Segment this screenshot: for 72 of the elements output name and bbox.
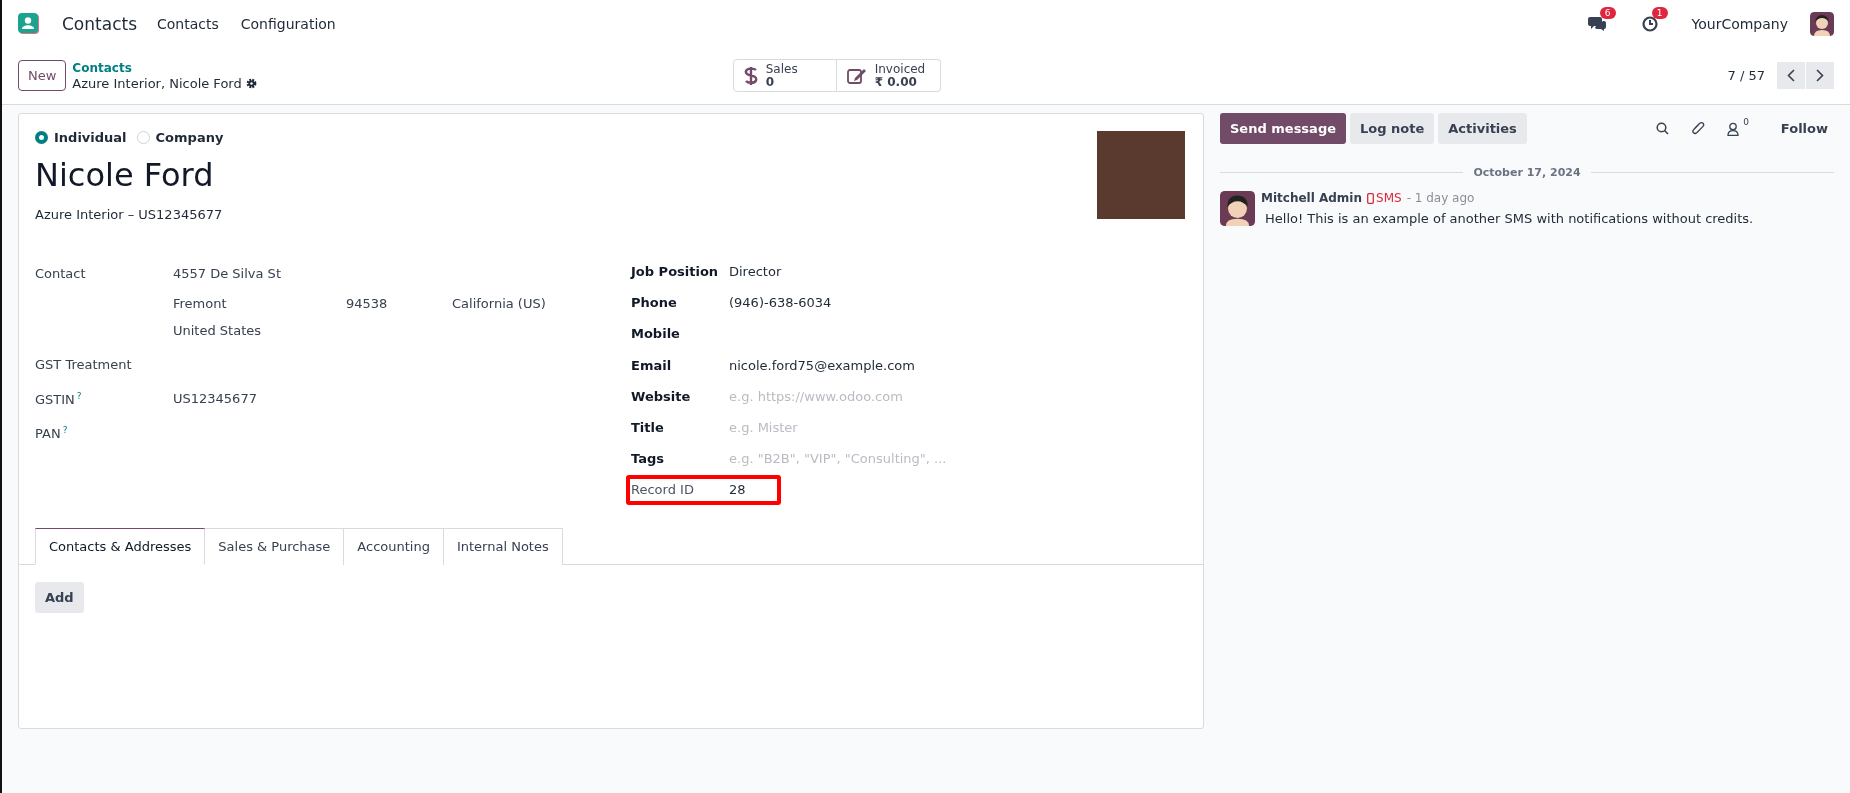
- tab[interactable]: Internal Notes: [443, 527, 563, 565]
- paperclip-icon[interactable]: [1691, 121, 1706, 136]
- notification-badge: 6: [1599, 6, 1616, 19]
- contact-name[interactable]: Nicole Ford: [35, 155, 1203, 195]
- smart-button[interactable]: Sales 0: [732, 59, 837, 92]
- chatter-button[interactable]: Activities: [1438, 113, 1527, 144]
- radio-label[interactable]: Individual: [54, 130, 127, 145]
- field-value[interactable]: nicole.ford75@example.com: [729, 357, 915, 373]
- street-field[interactable]: 4557 De Silva St: [173, 264, 631, 294]
- field-label: Job Position: [631, 263, 720, 279]
- field-label: GST Treatment: [35, 356, 133, 374]
- user-avatar[interactable]: [1810, 11, 1834, 36]
- chevron-right-icon: [1816, 69, 1824, 82]
- breadcrumb-link[interactable]: Contacts: [72, 59, 257, 76]
- field-label: Tags: [631, 450, 665, 467]
- field-label: PAN$^{?}$: [35, 424, 69, 444]
- search-icon[interactable]: [1656, 122, 1670, 135]
- new-button[interactable]: New: [18, 60, 67, 91]
- field-label: Mobile: [631, 325, 681, 342]
- previous-button[interactable]: [1777, 62, 1805, 89]
- field-label: GSTIN$^{?}$: [35, 390, 83, 410]
- zip-field[interactable]: 94538: [346, 294, 452, 321]
- user-avatar: [1220, 191, 1255, 226]
- pager-counter[interactable]: 7 / 57: [1727, 68, 1765, 83]
- next-button[interactable]: [1806, 62, 1834, 89]
- message-body: Hello! This is an example of another SMS with notifications without credits.: [1265, 211, 1754, 226]
- settings-icon[interactable]: [245, 78, 257, 89]
- add-button[interactable]: Add: [35, 581, 84, 613]
- field-label: Title: [631, 418, 665, 435]
- field-value[interactable]: Director: [729, 264, 782, 279]
- company-subtitle: Azure Interior – US12345677: [35, 207, 224, 222]
- chevron-left-icon: [1787, 69, 1795, 82]
- help-marker[interactable]: ?: [76, 391, 82, 401]
- record-title: Azure Interior, Nicole Ford: [72, 75, 242, 92]
- chat-icon[interactable]: [1587, 15, 1606, 32]
- field-label: Email: [631, 356, 673, 373]
- tab[interactable]: Contacts & Addresses: [35, 527, 206, 565]
- field-value[interactable]: (946)-638-6034: [729, 295, 832, 311]
- message-author[interactable]: Mitchell Admin: [1261, 191, 1363, 205]
- field-label: Phone: [631, 294, 678, 311]
- follow-button[interactable]: Follow: [1774, 120, 1834, 137]
- field-value: 28: [729, 482, 746, 498]
- state-field[interactable]: California (US): [452, 294, 631, 321]
- tab[interactable]: Accounting: [344, 527, 444, 565]
- country-field[interactable]: United States: [173, 321, 631, 355]
- chatter-button[interactable]: Send message: [1220, 113, 1346, 144]
- notification-badge: 1: [1651, 6, 1668, 19]
- message-time: - 1 day ago: [1406, 191, 1475, 205]
- edit-icon: [846, 66, 867, 85]
- menu-item[interactable]: Contacts: [157, 15, 219, 32]
- field-value[interactable]: US12345677: [173, 391, 257, 406]
- phone-icon: [1367, 192, 1375, 204]
- tab[interactable]: Sales & Purchase: [205, 527, 345, 565]
- field-label: Website: [631, 387, 692, 404]
- city-field[interactable]: Fremont: [173, 294, 346, 321]
- app-name[interactable]: Contacts: [62, 13, 137, 34]
- person-icon[interactable]: [1727, 121, 1740, 136]
- smart-button[interactable]: Invoiced ₹ 0.00: [836, 59, 941, 92]
- help-marker[interactable]: ?: [62, 425, 68, 435]
- field-label: Contact: [35, 265, 87, 283]
- app-logo-icon[interactable]: [18, 12, 40, 35]
- field-label: Record ID: [631, 481, 695, 498]
- radio-button[interactable]: [35, 131, 48, 144]
- message-channel: SMS: [1376, 191, 1402, 205]
- dollar-icon: [743, 64, 758, 87]
- radio-label[interactable]: Company: [155, 130, 224, 145]
- date-separator: October 17, 2024: [1473, 166, 1581, 179]
- follower-count: 0: [1743, 117, 1749, 127]
- menu-item[interactable]: Configuration: [240, 15, 336, 32]
- company-name[interactable]: YourCompany: [1691, 15, 1788, 32]
- clock-icon[interactable]: [1641, 15, 1658, 32]
- chatter-button[interactable]: Log note: [1350, 113, 1435, 144]
